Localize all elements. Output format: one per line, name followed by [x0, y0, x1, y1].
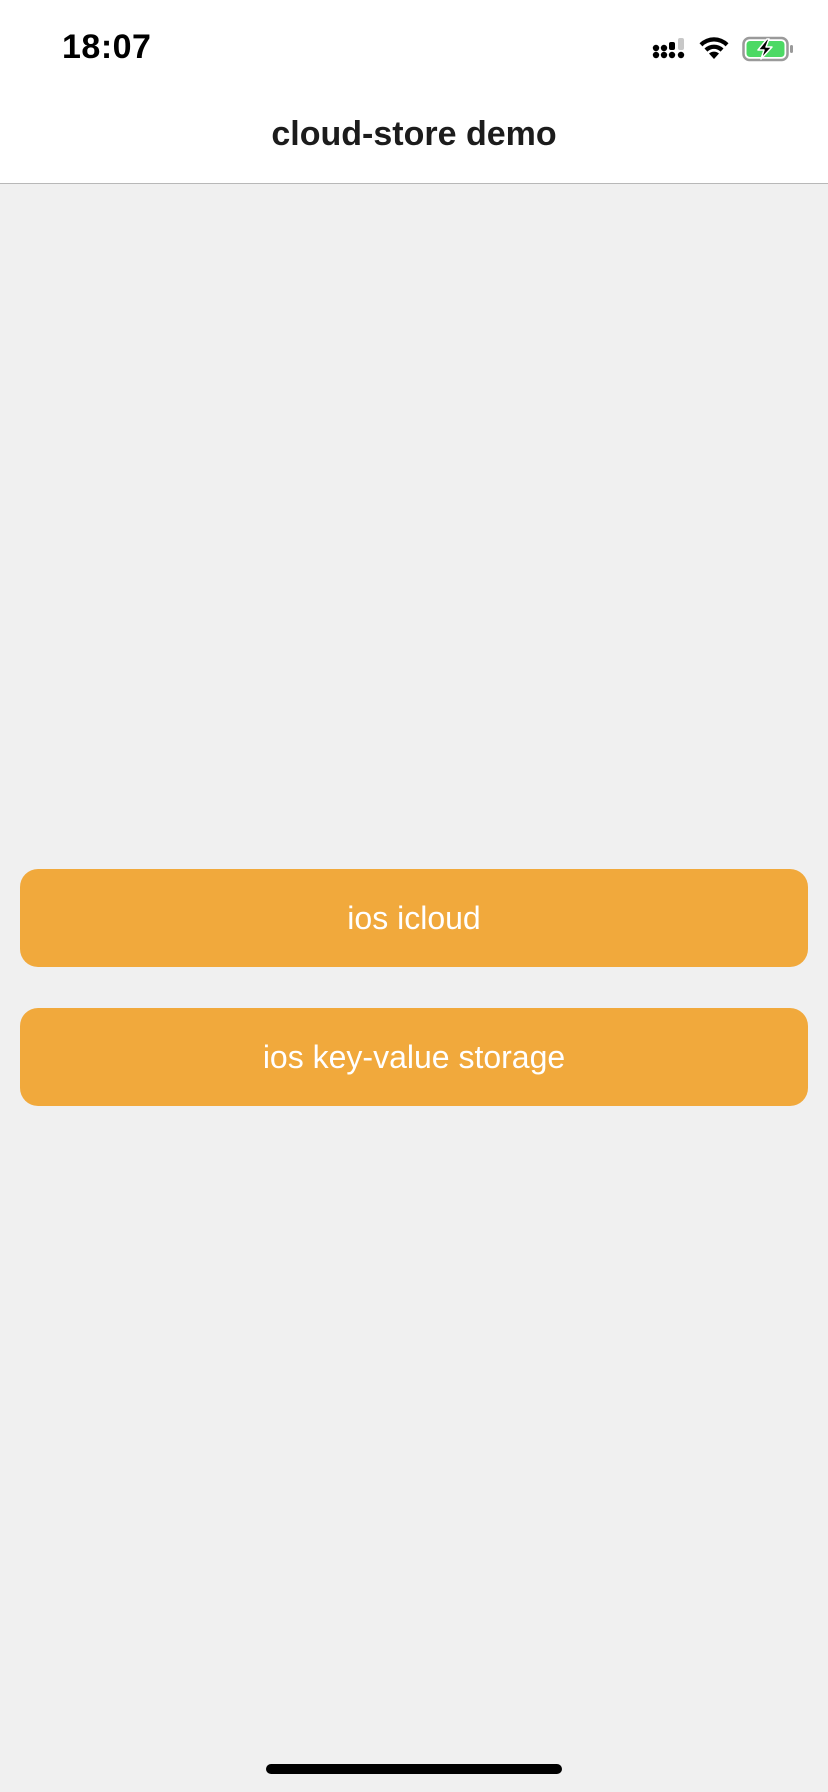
battery-charging-icon: [742, 36, 794, 67]
ios-icloud-button-label: ios icloud: [347, 899, 481, 936]
app-screen: 18:07 cloud-store demo ios icloud ios ke…: [0, 0, 828, 1792]
page-title: cloud-store demo: [271, 115, 557, 153]
ios-icloud-button[interactable]: ios icloud: [20, 869, 808, 967]
status-time: 18:07: [62, 28, 152, 66]
status-bar: 18:07: [0, 0, 828, 96]
home-indicator[interactable]: [266, 1764, 562, 1774]
cellular-signal-icon: [652, 37, 686, 66]
navigation-bar: cloud-store demo: [0, 96, 828, 184]
ios-key-value-storage-button[interactable]: ios key-value storage: [20, 1008, 808, 1106]
ios-key-value-storage-button-label: ios key-value storage: [262, 1038, 566, 1075]
main-content: ios icloud ios key-value storage: [0, 185, 828, 1792]
status-icons: [652, 36, 794, 66]
wifi-icon: [698, 36, 730, 66]
